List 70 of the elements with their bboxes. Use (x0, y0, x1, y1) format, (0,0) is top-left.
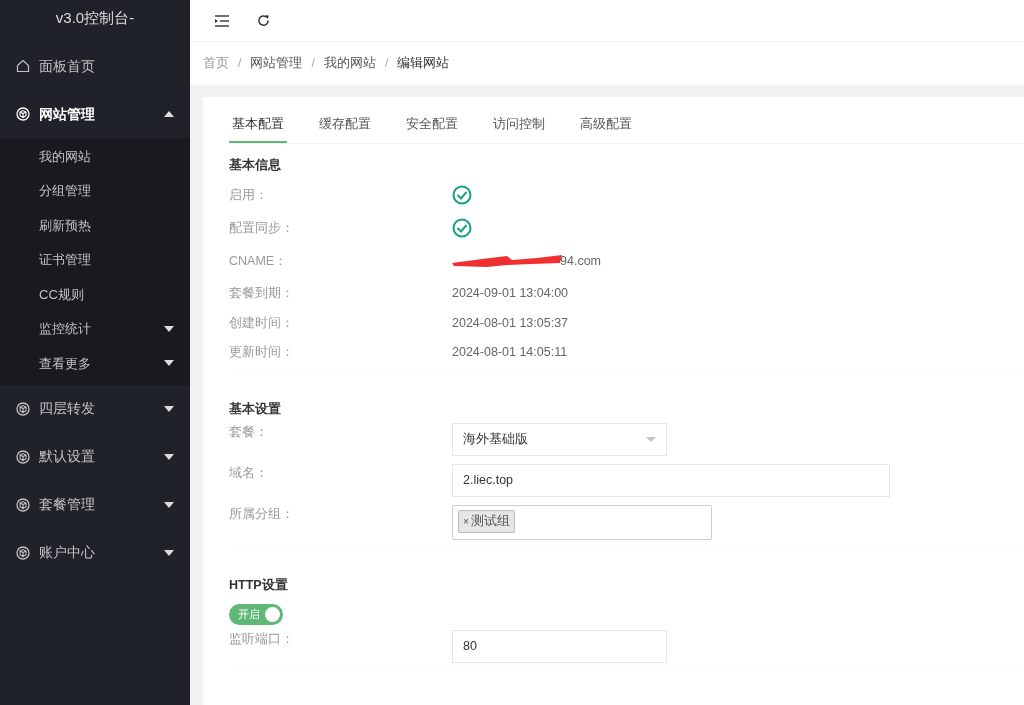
field-value: 94.com (560, 253, 601, 271)
sidebar-item-label: 四层转发 (39, 399, 95, 418)
submenu-item[interactable]: 刷新预热 (0, 208, 190, 243)
submenu-item[interactable]: CC规则 (0, 277, 190, 312)
sidebar-item[interactable]: 网站管理 (0, 90, 190, 138)
tag-input-field[interactable]: × 测试组 (452, 505, 712, 540)
section-title: 基本信息 (229, 157, 282, 174)
submenu-item[interactable]: 我的网站 (0, 139, 190, 174)
field-label: CNAME： (229, 253, 289, 271)
breadcrumb-separator: / (384, 55, 389, 73)
submenu-item-label: CC规则 (39, 285, 84, 304)
field-label: 监听端口： (229, 630, 295, 648)
tab[interactable]: 高级配置 (577, 107, 635, 143)
field-label: 更新时间： (229, 344, 295, 362)
input-field[interactable]: 2.liec.top (452, 464, 890, 497)
sidebar-item-label: 默认设置 (39, 447, 95, 466)
menu-icon[interactable] (215, 14, 229, 27)
tag-remove-button[interactable]: × (463, 513, 469, 529)
field-label: 创建时间： (229, 314, 295, 332)
sidebar-item[interactable]: 面板首页 (0, 42, 190, 90)
sidebar-item[interactable]: 四层转发 (0, 384, 190, 433)
sidebar-item-label: 网站管理 (39, 104, 95, 124)
select-field[interactable]: 海外基础版 (452, 423, 667, 456)
cube-icon (16, 545, 30, 560)
field-label: 所属分组： (229, 506, 295, 523)
field-label: 域名： (229, 465, 269, 482)
sidebar-item-label: 面板首页 (39, 56, 95, 76)
field-value: 2024-08-01 13:05:37 (452, 314, 569, 332)
tab[interactable]: 基本配置 (229, 107, 287, 143)
section-title: HTTP设置 (229, 577, 289, 594)
submenu-item[interactable]: 查看更多 (0, 346, 190, 381)
home-icon (16, 59, 30, 73)
submenu-item[interactable]: 分组管理 (0, 173, 190, 208)
breadcrumb-separator: / (238, 55, 242, 73)
submenu-item[interactable]: 监控统计 (0, 311, 190, 346)
sidebar-item[interactable]: 账户中心 (0, 528, 190, 577)
tag-label: 测试组 (470, 513, 510, 530)
cube-icon (16, 107, 30, 121)
section-title: 基本设置 (229, 401, 282, 419)
breadcrumb-link[interactable]: 我的网站 (323, 54, 376, 73)
submenu-item-label: 刷新预热 (39, 216, 91, 235)
submenu-item-label: 监控统计 (39, 320, 91, 338)
submenu-item-label: 证书管理 (39, 251, 91, 269)
sidebar-title: v3.0控制台- (54, 8, 136, 28)
breadcrumb-link[interactable]: 编辑网站 (397, 54, 450, 73)
submenu-item[interactable]: 证书管理 (0, 242, 190, 277)
breadcrumb-separator: / (311, 55, 315, 73)
caret-down-icon (646, 437, 656, 442)
submenu-item-label: 分组管理 (39, 182, 91, 200)
tab[interactable]: 安全配置 (403, 107, 461, 143)
tab[interactable]: 访问控制 (490, 107, 548, 143)
breadcrumb-link[interactable]: 网站管理 (250, 54, 303, 73)
submenu-item-label: 我的网站 (39, 147, 91, 166)
cube-icon (16, 449, 30, 464)
sidebar-item-label: 账户中心 (39, 543, 95, 562)
sidebar-item[interactable]: 默认设置 (0, 432, 190, 481)
sidebar-item[interactable]: 套餐管理 (0, 480, 190, 529)
input-field[interactable]: 80 (452, 629, 667, 663)
submenu-item-label: 查看更多 (39, 354, 91, 373)
field-label: 启用： (229, 186, 269, 204)
field-label: 配置同步： (229, 219, 295, 237)
field-label: 套餐到期： (229, 285, 295, 303)
field-label: 套餐： (229, 424, 269, 441)
refresh-icon[interactable] (257, 14, 270, 27)
sidebar-item-label: 套餐管理 (39, 495, 95, 514)
field-value: 2024-08-01 14:05:11 (452, 344, 568, 362)
field-value: 2024-09-01 13:04:00 (452, 285, 569, 303)
tab[interactable]: 缓存配置 (316, 107, 374, 143)
cube-icon (16, 401, 30, 416)
cube-icon (16, 497, 30, 512)
